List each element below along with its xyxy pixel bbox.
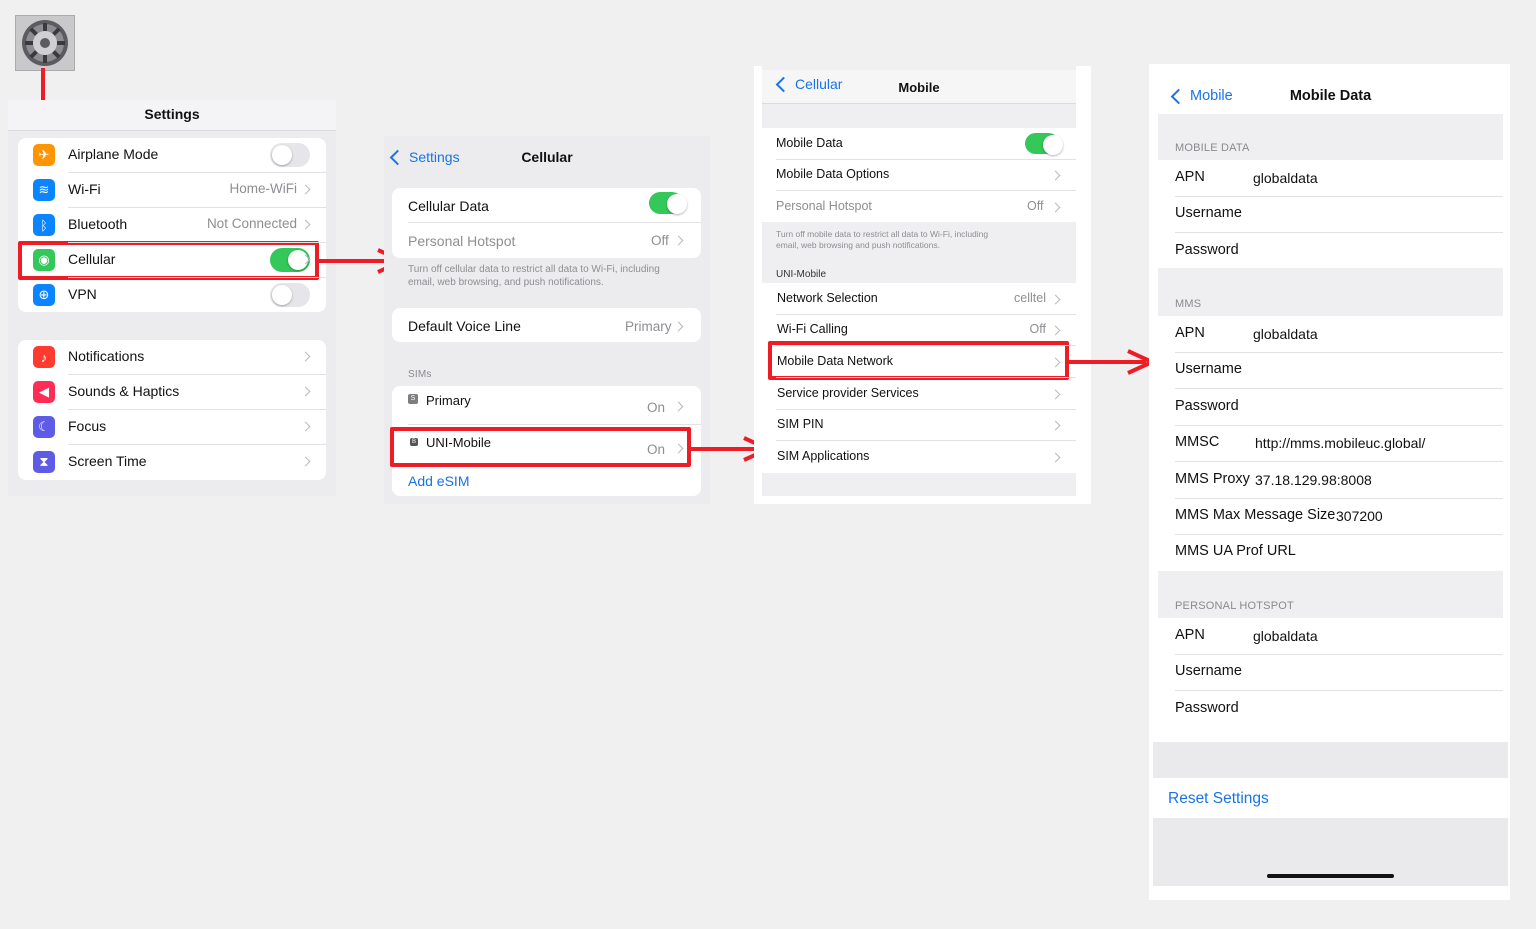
password-label: Password — [1175, 700, 1239, 716]
settings-item-label[interactable]: Cellular — [68, 251, 115, 267]
moon-icon: ☾ — [33, 416, 55, 438]
chevron-left-icon — [775, 76, 792, 92]
mmsc-value-field[interactable]: http://mms.mobileuc.global/ — [1255, 435, 1425, 451]
section-header-mobile-data: MOBILE DATA — [1175, 142, 1250, 154]
default-voice-value: Primary — [625, 319, 672, 334]
wifi-calling-value: Off — [1029, 322, 1046, 336]
wifi-calling-row[interactable]: Wi-Fi Calling — [777, 322, 848, 336]
settings-toggle[interactable] — [270, 143, 310, 167]
settings-item-label[interactable]: Wi-Fi — [68, 181, 101, 197]
settings-item-label[interactable]: Focus — [68, 418, 106, 434]
username-label: Username — [1175, 663, 1242, 679]
username-label: Username — [1175, 361, 1242, 377]
username-label: Username — [1175, 205, 1242, 221]
settings-app-icon[interactable] — [15, 15, 75, 71]
arrow-right-icon — [1066, 349, 1157, 375]
service-provider-row[interactable]: Service provider Services — [777, 386, 919, 400]
mms-max-label: MMS Max Message Size — [1175, 507, 1336, 523]
mms-ua-label: MMS UA Prof URL — [1175, 543, 1296, 559]
add-esim-link[interactable]: Add eSIM — [408, 473, 469, 489]
speaker-icon: ◀ — [33, 381, 55, 403]
personal-hotspot-label[interactable]: Personal Hotspot — [408, 233, 515, 249]
settings-item-label[interactable]: Airplane Mode — [68, 146, 158, 162]
settings-item-label[interactable]: Bluetooth — [68, 216, 127, 232]
settings-item-value: Not Connected — [206, 216, 297, 231]
mms-proxy-label: MMS Proxy — [1175, 471, 1250, 487]
sim-primary-label[interactable]: Primary — [426, 393, 471, 408]
network-selection-row[interactable]: Network Selection — [777, 291, 878, 305]
settings-item-label[interactable]: Screen Time — [68, 453, 147, 469]
default-voice-label: Default Voice Line — [408, 318, 521, 334]
mobile-footnote-1: Turn off mobile data to restrict all dat… — [776, 229, 989, 239]
personal-hotspot-value: Off — [651, 233, 669, 248]
mms-proxy-value-field[interactable]: 37.18.129.98:8008 — [1255, 472, 1372, 488]
mobile-data-label: Mobile Data — [776, 136, 843, 150]
home-indicator[interactable] — [1267, 874, 1394, 878]
mobile-data-options-label[interactable]: Mobile Data Options — [776, 167, 889, 181]
password-label: Password — [1175, 242, 1239, 258]
sim-badge: S — [408, 394, 418, 404]
cellular-data-toggle[interactable] — [649, 192, 687, 214]
cellular-footnote-1: Turn off cellular data to restrict all d… — [408, 264, 660, 275]
apn-label: APN — [1175, 325, 1205, 341]
bluetooth-icon: ᛒ — [33, 214, 55, 236]
settings-group-general — [18, 340, 326, 480]
sim-applications-row[interactable]: SIM Applications — [777, 449, 869, 463]
apn-value-field[interactable]: globaldata — [1253, 170, 1318, 186]
sim-primary-value: On — [647, 400, 666, 415]
page-title: Cellular — [521, 149, 573, 165]
section-header-personal-hotspot: PERSONAL HOTSPOT — [1175, 600, 1294, 612]
bell-icon: ♪ — [33, 346, 55, 368]
page-title: Mobile — [898, 80, 940, 95]
back-button[interactable]: Cellular — [774, 76, 842, 92]
mobile-data-toggle[interactable] — [1025, 133, 1063, 155]
network-selection-value: celltel — [1014, 291, 1046, 305]
cellular-footnote-2: email, web browsing, and push notificati… — [408, 277, 604, 288]
antenna-icon: ◉ — [33, 249, 55, 271]
chevron-left-icon — [1170, 88, 1187, 104]
uni-mobile-section-header: UNI-Mobile — [776, 269, 827, 280]
mms-apn-value-field[interactable]: globaldata — [1253, 326, 1318, 342]
sim-pin-row[interactable]: SIM PIN — [777, 417, 824, 431]
hotspot-apn-value-field[interactable]: globaldata — [1253, 628, 1318, 644]
settings-item-label[interactable]: Sounds & Haptics — [68, 383, 179, 399]
mobile-footnote-2: email, web browsing and push notificatio… — [776, 240, 940, 250]
password-label: Password — [1175, 398, 1239, 414]
sims-header: SIMs — [408, 369, 432, 380]
settings-item-label[interactable]: VPN — [68, 286, 97, 302]
globe-icon: ⊕ — [33, 284, 55, 306]
back-button[interactable]: Mobile — [1169, 88, 1233, 104]
mms-max-value-field[interactable]: 307200 — [1336, 508, 1383, 524]
personal-hotspot-label[interactable]: Personal Hotspot — [776, 199, 872, 213]
settings-item-value: Home-WiFi — [229, 181, 298, 196]
wifi-icon: ≋ — [33, 179, 55, 201]
page-title: Mobile Data — [1289, 88, 1372, 104]
personal-hotspot-value: Off — [1027, 199, 1044, 213]
page-title: Settings — [144, 106, 200, 122]
settings-item-label[interactable]: Notifications — [68, 348, 144, 364]
apn-label: APN — [1175, 169, 1205, 185]
airplane-icon: ✈ — [33, 144, 55, 166]
gear-icon — [22, 20, 68, 66]
cellular-data-label: Cellular Data — [408, 198, 489, 214]
section-header-mms: MMS — [1175, 298, 1202, 310]
mobile-panel: Cellular Mobile Mobile Data Mobile Data … — [754, 66, 1091, 504]
hourglass-icon: ⧗ — [33, 451, 55, 473]
mobile-data-network-row[interactable]: Mobile Data Network — [777, 354, 893, 368]
settings-toggle[interactable] — [270, 283, 310, 307]
highlight-uni-mobile — [390, 427, 691, 467]
apn-label: APN — [1175, 627, 1205, 643]
mmsc-label: MMSC — [1175, 434, 1220, 450]
reset-settings-button[interactable]: Reset Settings — [1168, 790, 1269, 808]
